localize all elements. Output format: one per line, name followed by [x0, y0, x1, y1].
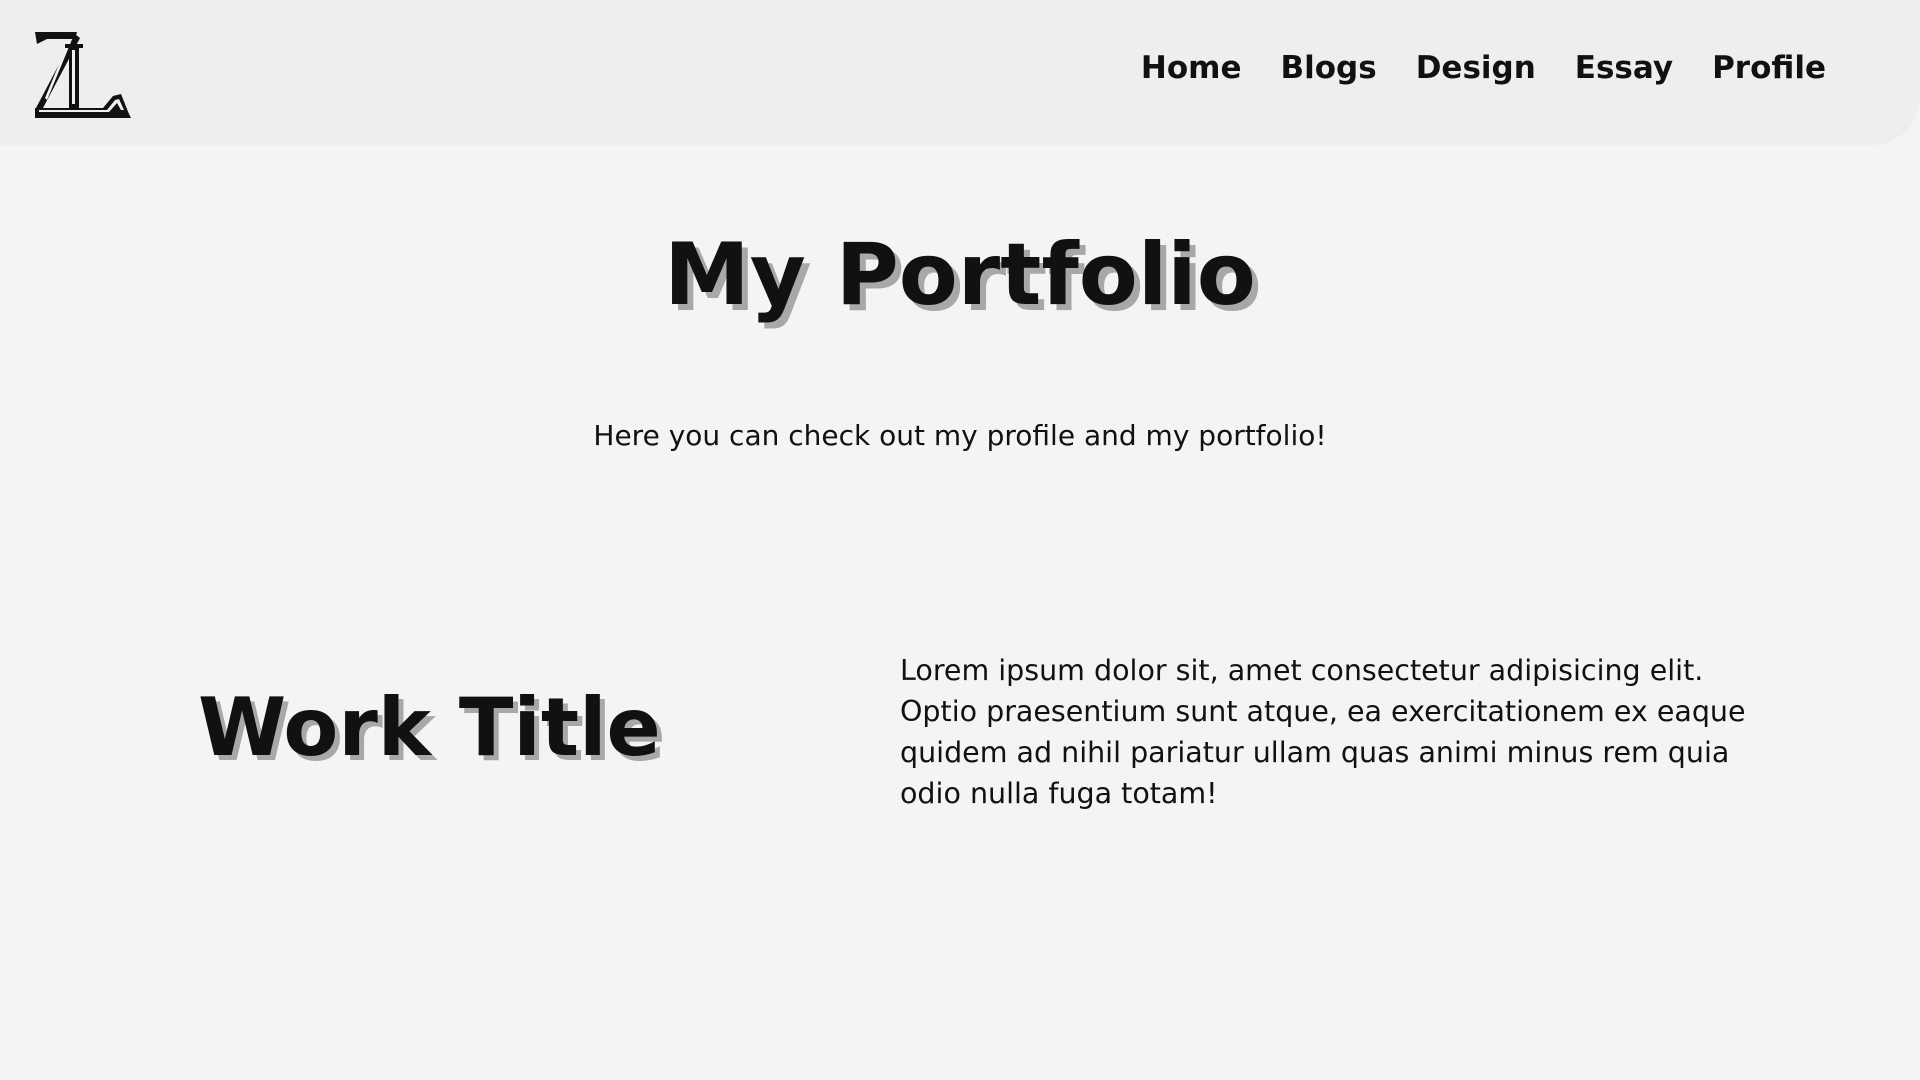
work-description: Lorem ipsum dolor sit, amet consectetur …: [900, 654, 1746, 810]
nav-home-link[interactable]: Home: [1141, 50, 1242, 87]
page-subtitle: Here you can check out my profile and my…: [593, 419, 1327, 452]
nav-profile-link[interactable]: Profile: [1712, 50, 1826, 87]
zl-monogram-icon: [35, 32, 131, 118]
nav-design-link[interactable]: Design: [1416, 50, 1536, 87]
nav-blogs-link[interactable]: Blogs: [1280, 50, 1376, 87]
work-title: Work Title: [198, 681, 661, 774]
portfolio-page: Home Blogs Design Essay Profile My Portf…: [0, 0, 1920, 1080]
site-header: Home Blogs Design Essay Profile: [0, 0, 1920, 145]
main-nav: Home Blogs Design Essay Profile: [1141, 50, 1826, 87]
zl-logo-icon[interactable]: [33, 30, 133, 118]
nav-essay-link[interactable]: Essay: [1575, 50, 1673, 87]
page-title: My Portfolio: [664, 225, 1256, 325]
